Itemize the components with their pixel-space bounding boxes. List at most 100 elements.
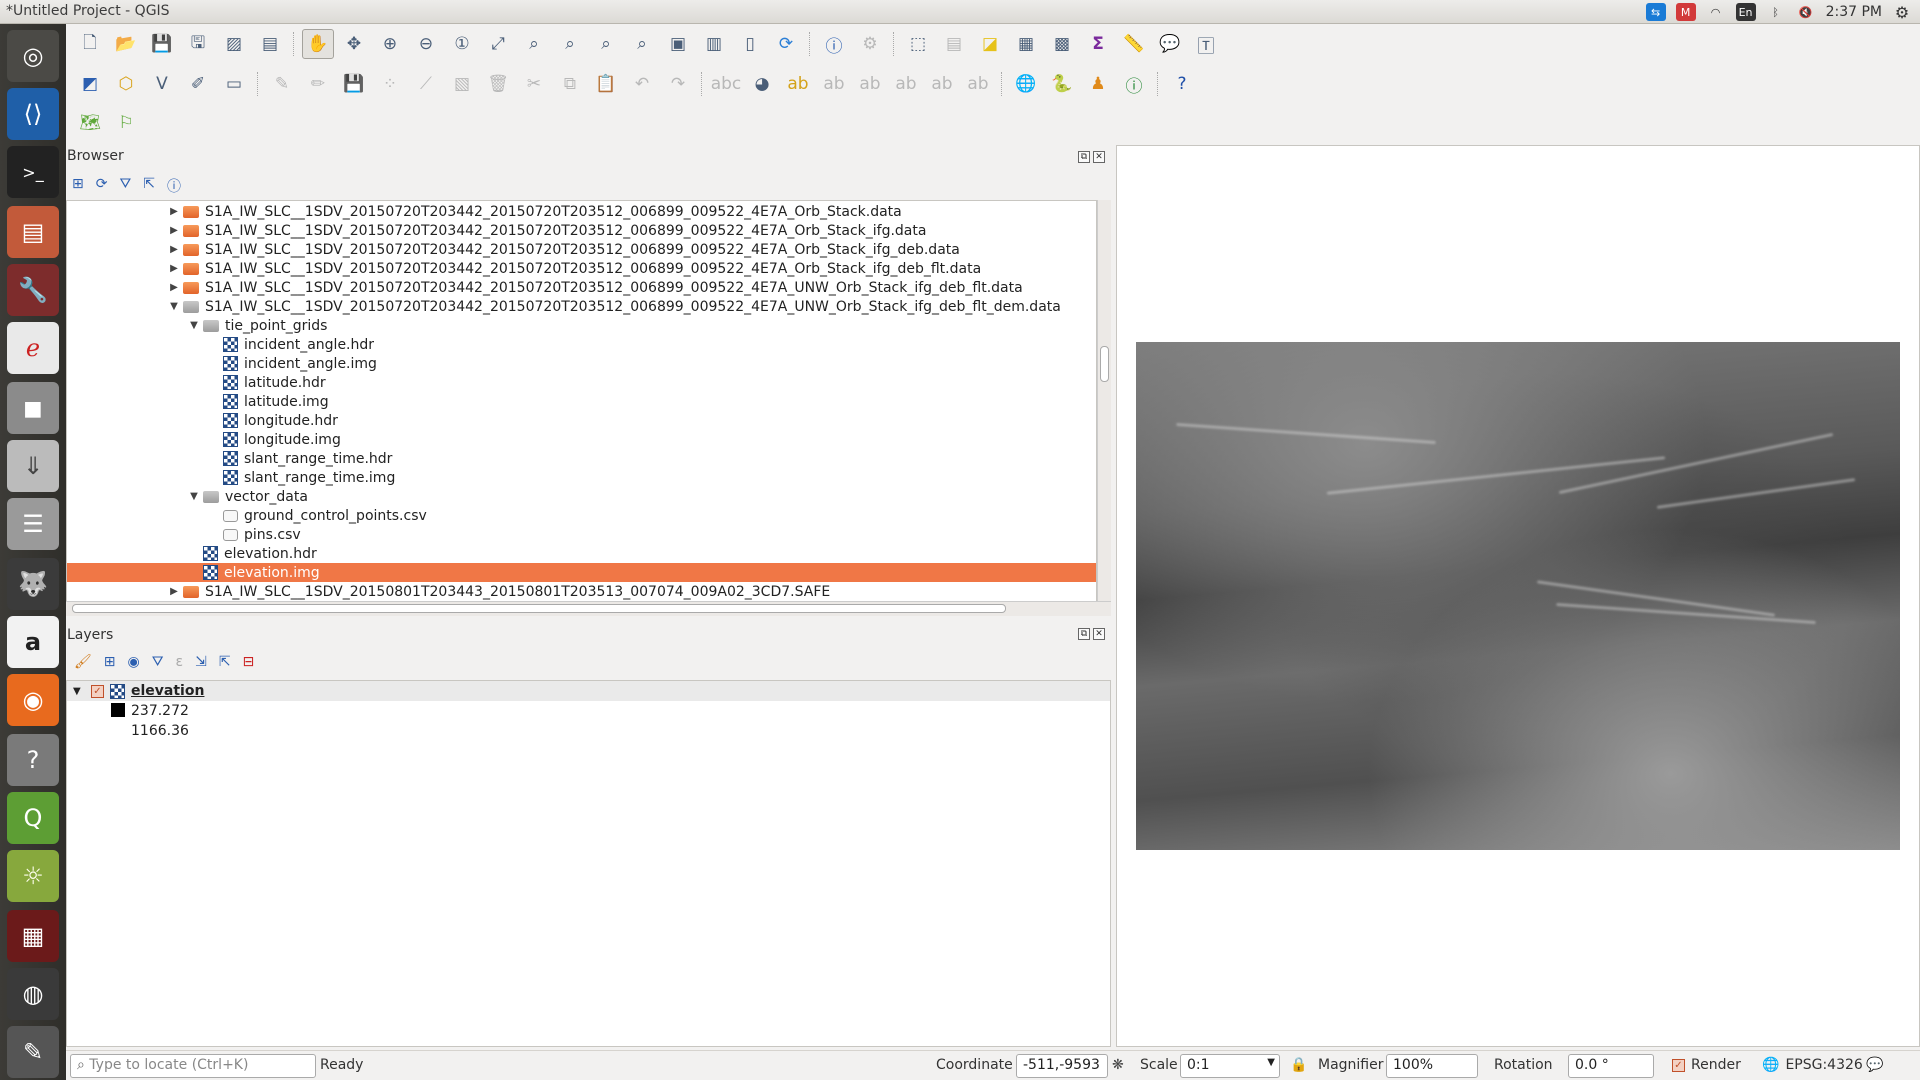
expand-right-icon[interactable]: ▶ xyxy=(167,244,181,255)
browser-item[interactable]: ▶ S1A_IW_SLC__1SDV_20150720T203442_201507… xyxy=(67,202,1096,221)
expand-right-icon[interactable]: ▶ xyxy=(167,586,181,597)
save-edits-icon[interactable]: 💾 xyxy=(338,69,370,99)
zoom-in-icon[interactable]: ⊕ xyxy=(374,29,406,59)
browser-item[interactable]: pins.csv xyxy=(67,525,1096,544)
browser-item[interactable]: slant_range_time.hdr xyxy=(67,449,1096,468)
zoom-next-icon[interactable]: ⌕ xyxy=(626,29,658,59)
current-edits-icon[interactable]: ✎ xyxy=(266,69,298,99)
help-icon[interactable]: ? xyxy=(7,734,59,786)
redo-icon[interactable]: ↷ xyxy=(662,69,694,99)
extents-toggle-icon[interactable]: ❋ xyxy=(1112,1057,1124,1073)
plugin-icon[interactable]: ♟ xyxy=(1082,69,1114,99)
scroll-thumb[interactable] xyxy=(72,604,1006,613)
firefox-icon[interactable]: ◉ xyxy=(7,674,59,726)
layer-name[interactable]: elevation xyxy=(131,683,204,699)
files-icon[interactable]: ▤ xyxy=(7,206,59,258)
collapse-all-icon[interactable]: ⇱ xyxy=(143,176,155,196)
layout-manager-icon[interactable]: ▤ xyxy=(254,29,286,59)
expand-down-icon[interactable]: ▼ xyxy=(187,491,201,502)
new-spatialite-icon[interactable]: ✐ xyxy=(182,69,214,99)
snap-icon[interactable]: ☼ xyxy=(7,850,59,902)
browser-item[interactable]: ground_control_points.csv xyxy=(67,506,1096,525)
text-annotation-icon[interactable]: 🅃 xyxy=(1190,29,1222,59)
deselect-icon[interactable]: ◪ xyxy=(974,29,1006,59)
render-toggle[interactable]: ✓ Render xyxy=(1672,1057,1741,1073)
browser-item[interactable]: longitude.img xyxy=(67,430,1096,449)
scale-combobox[interactable]: 0:1 ▼ xyxy=(1180,1054,1280,1078)
pan-icon[interactable]: ✋ xyxy=(302,29,334,59)
zoom-out-icon[interactable]: ⊖ xyxy=(410,29,442,59)
measure-icon[interactable]: 📏 xyxy=(1118,29,1150,59)
change-label-icon[interactable]: ab xyxy=(962,69,994,99)
browser-item[interactable]: ▼ S1A_IW_SLC__1SDV_20150720T203442_201507… xyxy=(67,297,1096,316)
filter-expression-icon[interactable]: ε xyxy=(176,654,184,670)
qgis-icon[interactable]: Q xyxy=(7,792,59,844)
keyboard-layout[interactable]: En xyxy=(1735,3,1756,21)
render-checkbox[interactable]: ✓ xyxy=(1672,1058,1685,1072)
new-virtual-layer-icon[interactable]: ▭ xyxy=(218,69,250,99)
expand-down-icon[interactable]: ▼ xyxy=(187,320,201,331)
expand-all-icon[interactable]: ⇲ xyxy=(195,654,207,670)
browser-horizontal-scrollbar[interactable] xyxy=(66,601,1111,616)
vertex-tool-icon[interactable]: ⟋ xyxy=(410,69,442,99)
collapse-all-icon[interactable]: ⇱ xyxy=(219,654,231,670)
filter-icon[interactable]: ⛛ xyxy=(119,176,131,196)
ubuntu-dash-icon[interactable]: ◎ xyxy=(7,30,59,82)
browser-item[interactable]: latitude.hdr xyxy=(67,373,1096,392)
plugin-info-icon[interactable]: ⓘ xyxy=(1118,69,1150,99)
layer-labeling-icon[interactable]: ◕ xyxy=(746,69,778,99)
locator-search-input[interactable]: ⌕ Type to locate (Ctrl+K) xyxy=(70,1054,316,1078)
rotate-label-icon[interactable]: ab xyxy=(926,69,958,99)
browser-item[interactable]: elevation.hdr xyxy=(67,544,1096,563)
paste-features-icon[interactable]: 📋 xyxy=(590,69,622,99)
browser-item[interactable]: ▶ S1A_IW_SLC__1SDV_20150801T203443_201508… xyxy=(67,582,1096,601)
vscode-icon[interactable]: ⟨⟩ xyxy=(7,88,59,140)
expand-right-icon[interactable]: ▶ xyxy=(167,225,181,236)
indicator-icon[interactable]: M xyxy=(1675,3,1696,21)
rotation-input[interactable]: 0.0 ° xyxy=(1568,1054,1654,1078)
lock-icon[interactable]: 🔒 xyxy=(1290,1057,1307,1073)
terminal-icon[interactable]: >_ xyxy=(7,146,59,198)
filter-legend-icon[interactable]: ⛛ xyxy=(152,654,164,670)
layers-list[interactable]: ▼ ✓ elevation 237.272 1166.36 xyxy=(66,680,1111,1047)
text-editor-icon[interactable]: ℯ xyxy=(7,322,59,374)
close-panel-icon[interactable]: ✕ xyxy=(1093,151,1105,163)
pin-labels-icon[interactable]: ab xyxy=(818,69,850,99)
add-selected-layers-icon[interactable]: ⊞ xyxy=(72,176,84,196)
browser-item[interactable]: slant_range_time.img xyxy=(67,468,1096,487)
new-bookmark-icon[interactable]: ▣ xyxy=(662,29,694,59)
browser-item[interactable]: ▼ tie_point_grids xyxy=(67,316,1096,335)
expand-right-icon[interactable]: ▶ xyxy=(167,282,181,293)
statistics-icon[interactable]: Σ xyxy=(1082,29,1114,59)
presentation-icon[interactable]: ▦ xyxy=(7,910,59,962)
install-icon[interactable]: ⇓ xyxy=(7,440,59,492)
browser-item[interactable]: ▶ S1A_IW_SLC__1SDV_20150720T203442_201507… xyxy=(67,221,1096,240)
float-panel-icon[interactable]: ⧉ xyxy=(1078,628,1090,640)
expand-right-icon[interactable]: ▶ xyxy=(167,206,181,217)
identify-icon[interactable]: ⓘ xyxy=(818,29,850,59)
float-panel-icon[interactable]: ⧉ xyxy=(1078,151,1090,163)
clock[interactable]: 2:37 PM xyxy=(1826,4,1882,20)
browser-item[interactable]: ▶ S1A_IW_SLC__1SDV_20150720T203442_201507… xyxy=(67,240,1096,259)
zoom-native-icon[interactable]: ① xyxy=(446,29,478,59)
attribute-table-icon[interactable]: ▦ xyxy=(1010,29,1042,59)
messages-icon[interactable]: 💬 xyxy=(1866,1057,1883,1073)
browser-item[interactable]: ▶ S1A_IW_SLC__1SDV_20150720T203442_201507… xyxy=(67,278,1096,297)
browser-item[interactable]: latitude.img xyxy=(67,392,1096,411)
properties-info-icon[interactable]: ⓘ xyxy=(167,176,181,196)
refresh-icon[interactable]: ⟳ xyxy=(96,176,108,196)
new-shapefile-icon[interactable]: V xyxy=(146,69,178,99)
move-label-icon[interactable]: ab xyxy=(890,69,922,99)
zoom-last-icon[interactable]: ⌕ xyxy=(590,29,622,59)
new-geopackage-icon[interactable]: ⬡ xyxy=(110,69,142,99)
browser-vertical-scrollbar[interactable] xyxy=(1097,200,1111,602)
select-features-icon[interactable]: ⬚ xyxy=(902,29,934,59)
bookmark-icon[interactable]: ▯ xyxy=(734,29,766,59)
zoom-to-layer-icon[interactable]: ⌕ xyxy=(554,29,586,59)
teamviewer-icon[interactable]: ⇆ xyxy=(1645,3,1666,21)
layer-row[interactable]: ▼ ✓ elevation xyxy=(67,681,1110,701)
save-project-icon[interactable]: 💾 xyxy=(146,29,178,59)
gimp-icon[interactable]: 🐺 xyxy=(7,558,59,610)
undo-icon[interactable]: ↶ xyxy=(626,69,658,99)
show-bookmarks-icon[interactable]: ▥ xyxy=(698,29,730,59)
